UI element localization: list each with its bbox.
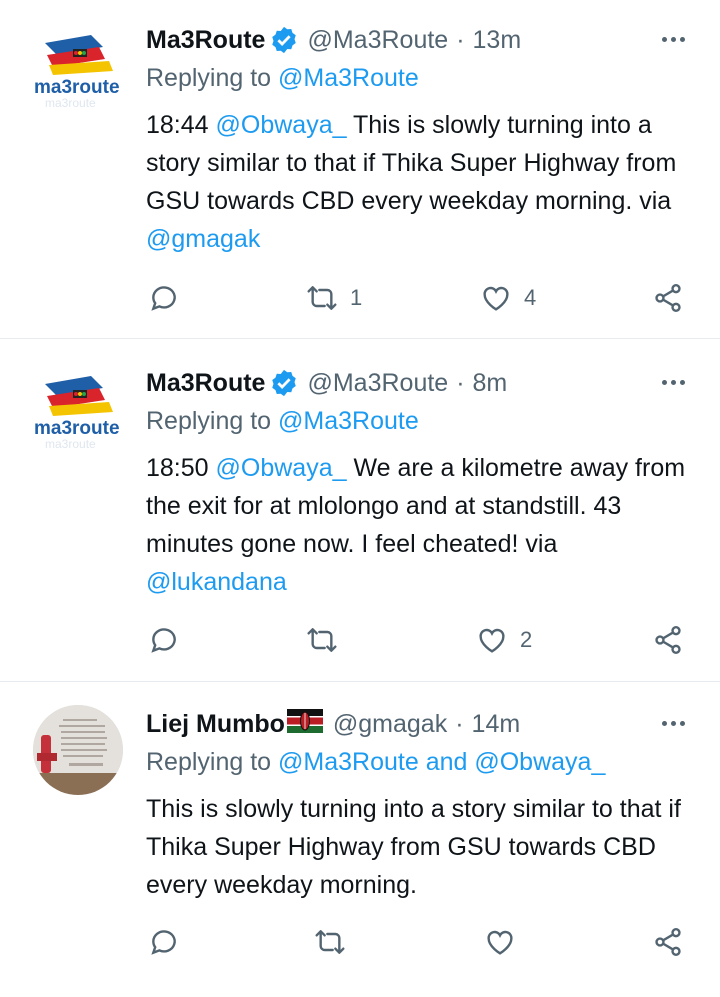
reply-button[interactable] (148, 282, 192, 314)
reply-to-link[interactable]: @Ma3Route (278, 64, 419, 92)
retweet-icon (315, 930, 345, 954)
svg-text:ma3route: ma3route (45, 437, 96, 451)
share-button[interactable] (652, 282, 684, 314)
handle[interactable]: @Ma3Route (307, 369, 448, 398)
like-button[interactable] (484, 926, 528, 958)
more-options-icon[interactable] (656, 26, 690, 52)
tweet-text: This is slowly turning into a story simi… (146, 795, 681, 899)
reply-button[interactable] (148, 624, 192, 656)
reply-icon (151, 286, 176, 311)
like-button[interactable]: 4 (480, 282, 536, 314)
more-options-icon[interactable] (656, 710, 690, 736)
mention-link[interactable]: @lukandana (146, 568, 287, 596)
retweet-count: 1 (350, 285, 363, 310)
handle[interactable]: @Ma3Route (307, 26, 448, 55)
timestamp[interactable]: 13m (473, 26, 522, 55)
share-button[interactable] (652, 926, 684, 958)
display-name[interactable]: Ma3Route (146, 369, 265, 398)
replying-to: Replying to @Ma3Route (146, 64, 419, 92)
mention-link[interactable]: @Obwaya_ (216, 111, 347, 139)
mention-link[interactable]: @Obwaya_ (216, 454, 347, 482)
reply-to-link[interactable]: @Ma3Route and @Obwaya_ (278, 748, 605, 776)
share-icon (655, 626, 681, 654)
display-name[interactable]: Liej Mumbo (146, 710, 285, 739)
share-button[interactable] (652, 624, 684, 656)
retweet-button[interactable]: 1 (306, 282, 362, 314)
verified-badge-icon (269, 25, 299, 55)
tweet[interactable]: Liej Mumbo @gmagak · 14m Replying to @Ma… (0, 682, 720, 996)
timestamp[interactable]: 8m (473, 369, 508, 398)
logo-text: ma3route (34, 418, 120, 439)
retweet-button[interactable] (306, 624, 350, 656)
heart-icon (487, 930, 513, 955)
heart-icon (479, 628, 505, 653)
replying-to: Replying to @Ma3Route (146, 407, 419, 435)
like-button[interactable]: 2 (476, 624, 532, 656)
display-name[interactable]: Ma3Route (146, 26, 265, 55)
tweet-text: 18:44 @Obwaya_ This is slowly turning in… (146, 111, 677, 253)
ma3route-logo-avatar[interactable]: ma3route ma3route (33, 25, 123, 115)
user-photo-avatar[interactable] (33, 705, 123, 795)
share-icon (655, 928, 681, 956)
kenya-flag-icon (286, 708, 323, 740)
heart-icon (483, 286, 509, 311)
reply-icon (151, 930, 176, 955)
tweet[interactable]: ma3route ma3route Ma3Route @Ma3Route · 8… (0, 339, 720, 682)
tweet[interactable]: ma3route ma3route Ma3Route @Ma3Route · 1… (0, 0, 720, 339)
handle[interactable]: @gmagak (333, 710, 447, 739)
share-icon (655, 284, 681, 312)
svg-text:ma3route: ma3route (45, 96, 96, 110)
more-options-icon[interactable] (656, 369, 690, 395)
verified-badge-icon (269, 368, 299, 398)
reply-icon (151, 628, 176, 653)
reply-to-link[interactable]: @Ma3Route (278, 407, 419, 435)
ma3route-logo-avatar[interactable]: ma3route ma3route (33, 366, 123, 456)
like-count: 2 (520, 627, 533, 652)
like-count: 4 (524, 285, 537, 310)
retweet-icon (307, 628, 337, 652)
retweet-icon (307, 286, 337, 310)
logo-text: ma3route (34, 77, 120, 98)
tweet-text: 18:50 @Obwaya_ We are a kilometre away f… (146, 454, 686, 596)
reply-button[interactable] (148, 926, 192, 958)
replying-to: Replying to @Ma3Route and @Obwaya_ (146, 748, 606, 776)
timestamp[interactable]: 14m (472, 710, 521, 739)
mention-link[interactable]: @gmagak (146, 225, 260, 253)
retweet-button[interactable] (314, 926, 358, 958)
